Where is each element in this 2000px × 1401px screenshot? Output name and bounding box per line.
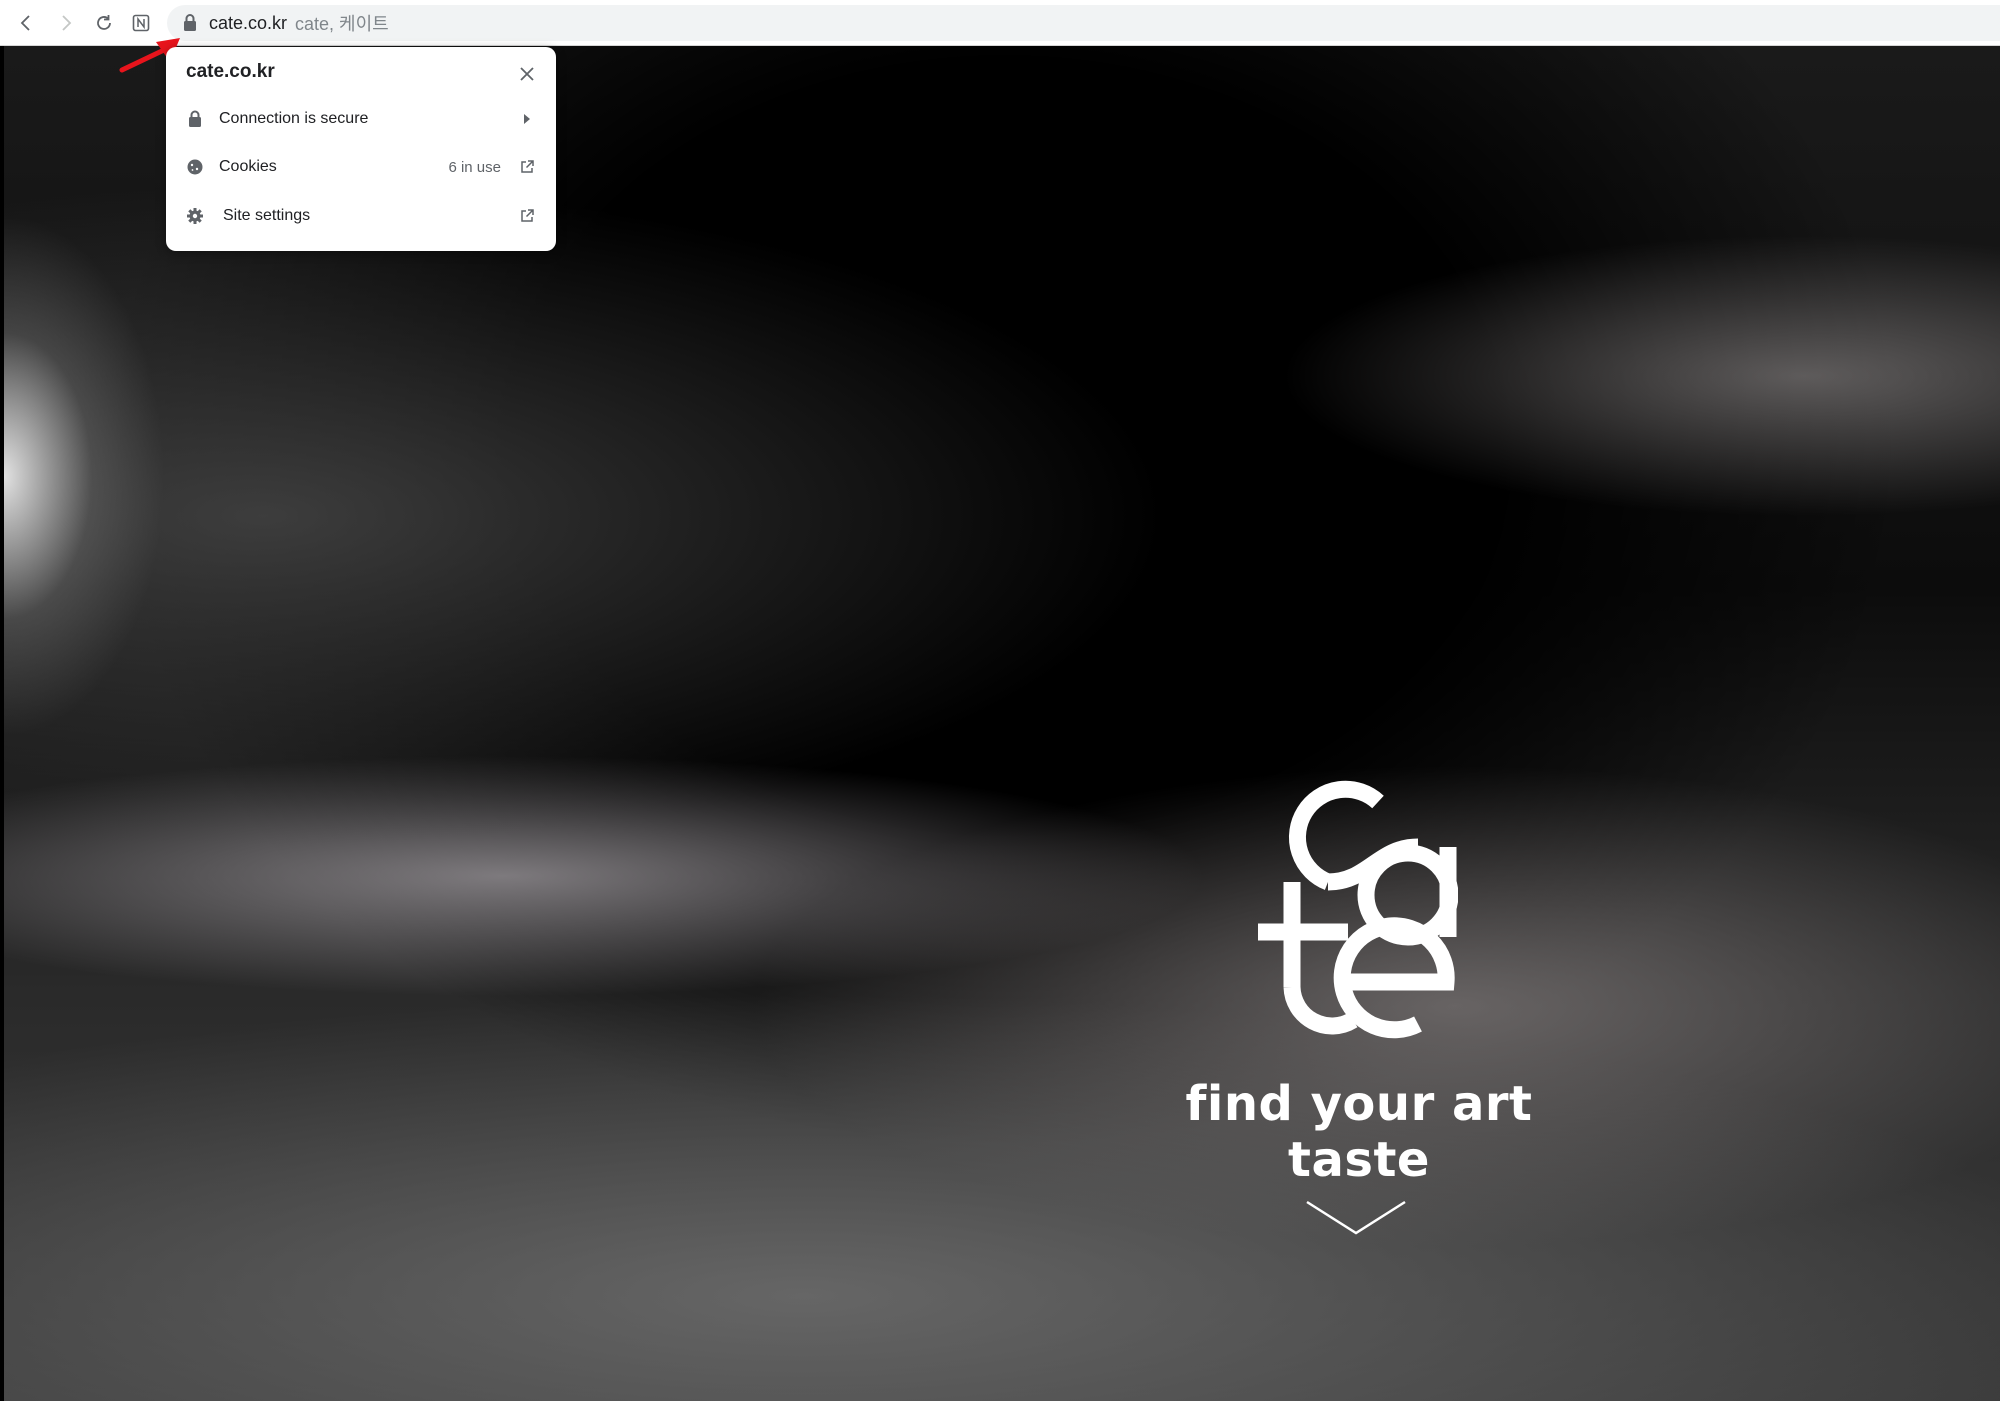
gear-icon — [186, 207, 204, 225]
cate-logo — [1258, 780, 1458, 1039]
tagline: find your art taste — [1185, 1076, 1533, 1188]
chevron-left-icon — [20, 15, 30, 31]
chevron-down-icon[interactable] — [1305, 1199, 1407, 1237]
browser-toolbar: cate.co.kr cate, 케이트 — [0, 0, 2000, 46]
popup-title: cate.co.kr — [186, 61, 275, 82]
address-page-title: cate, 케이트 — [295, 14, 389, 34]
cookie-icon — [186, 158, 204, 176]
close-button[interactable] — [513, 60, 541, 88]
reload-icon — [97, 15, 111, 30]
arrow-right-icon — [518, 110, 536, 128]
lock-icon — [186, 110, 204, 128]
close-icon — [520, 67, 534, 81]
forward-button[interactable] — [50, 7, 82, 39]
connection-secure-label: Connection is secure — [219, 110, 369, 127]
connection-secure-row[interactable]: Connection is secure — [166, 96, 556, 142]
chevron-right-icon — [62, 15, 72, 31]
reload-button[interactable] — [88, 7, 120, 39]
external-link-icon — [518, 207, 536, 225]
cookies-row[interactable]: Cookies 6 in use — [166, 144, 556, 190]
back-button[interactable] — [10, 7, 42, 39]
address-bar[interactable]: cate.co.kr cate, 케이트 — [167, 5, 2000, 41]
site-settings-label: Site settings — [223, 207, 311, 224]
site-settings-row[interactable]: Site settings — [166, 193, 556, 239]
external-link-icon — [518, 158, 536, 176]
cookies-count: 6 in use — [448, 158, 501, 176]
site-info-popup: cate.co.kr Connection is secure Cookies … — [166, 47, 556, 251]
address-domain: cate.co.kr — [209, 12, 288, 33]
cookies-label: Cookies — [219, 158, 277, 175]
